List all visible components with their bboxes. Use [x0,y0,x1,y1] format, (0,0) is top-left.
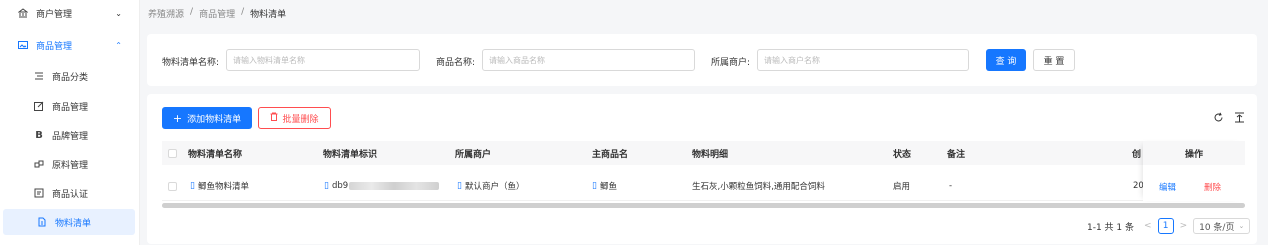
edit-icon [34,101,44,111]
bom-id-text: db9 [331,181,349,191]
breadcrumb-item[interactable]: 商品管理 [199,7,235,20]
document-icon: ▯ [324,181,329,191]
table-header: 物料清单名称 物料清单标识 所属商户 主商品名 物料明细 状态 备注 创 [162,141,1245,165]
query-button[interactable]: 查 询 [986,49,1026,71]
trash-icon [270,112,278,124]
sidebar-item-label: 原料管理 [52,160,89,171]
fixed-actions-column: 操作 编辑 删除 [1143,141,1245,201]
merchant-text: 默认商户（鱼） [464,182,525,192]
bom-name-label: 物料清单名称: [162,58,220,68]
column-header-merchant: 所属商户 [455,149,492,160]
document-icon [37,217,47,227]
main-product-text: 鲫鱼 [599,182,617,192]
page-size-select[interactable]: 10 条/页 ⌄ [1193,218,1251,234]
merchant-input[interactable]: 请输入商户名称 [757,49,969,71]
edit-link[interactable]: 编辑 [1159,181,1176,193]
bank-icon [18,8,28,18]
chevron-up-icon: ⌃ [115,40,122,50]
material-icon [34,159,44,169]
sidebar-item-label: 商品认证 [52,189,89,200]
row-checkbox[interactable] [168,171,177,201]
plus-icon: + [172,111,183,125]
sidebar-item-label: 商品管理 [52,102,89,113]
sidebar-item-label: 品牌管理 [52,131,89,142]
sidebar-item-product[interactable]: 商品管理 ⌃ [0,32,136,58]
breadcrumb-separator: / [190,7,194,17]
page-size-value: 10 条/页 [1199,222,1235,233]
sidebar-item-merchant[interactable]: 商户管理 ⌄ [0,0,136,26]
product-name-label: 商品名称: [436,58,476,68]
bom-name-text: 鲫鱼物料清单 [197,182,249,192]
document-icon: ▯ [592,181,597,191]
reset-button[interactable]: 重 置 [1033,49,1075,71]
pagination: 1-1 共 1 条 < 1 > 10 条/页 ⌄ [1087,218,1251,234]
sidebar-item-bom[interactable]: 物料清单 [3,209,135,235]
cell-bom-name: ▯ 鲫鱼物料清单 [190,171,249,201]
column-header-bom-id: 物料清单标识 [323,149,378,160]
pagination-summary: 1-1 共 1 条 [1087,222,1135,233]
breadcrumb: 养殖溯源 / 商品管理 / 物料清单 [148,7,286,20]
sidebar-item-label: 商品分类 [52,72,89,83]
cell-bom-id: ▯ db9 [324,171,440,201]
sidebar-item-certification[interactable]: 商品认证 [0,180,136,206]
column-header-remark: 备注 [947,149,966,160]
sidebar-item-label: 物料清单 [55,218,92,229]
sidebar-item-brand[interactable]: B 品牌管理 [0,122,136,148]
add-bom-label: 添加物料清单 [187,114,242,125]
document-icon: ▯ [190,181,195,191]
sidebar-item-label: 商户管理 [36,9,73,20]
sidebar: 商户管理 ⌄ 商品管理 ⌃ 商品分类 商品管理 B 品牌管理 原料管理 商品认证 [0,0,140,245]
breadcrumb-current: 物料清单 [250,10,287,20]
cell-main-product: ▯ 鲫鱼 [592,171,617,201]
document-icon: ▯ [457,181,462,191]
certificate-icon [34,188,44,198]
list-icon [34,71,44,81]
breadcrumb-item[interactable]: 养殖溯源 [148,7,184,20]
product-name-input[interactable]: 请输入商品名称 [482,49,695,71]
table-row: ▯ 鲫鱼物料清单 ▯ db9 ▯ 默认商户（鱼） ▯ 鲫鱼 生石灰,小颗粒鱼饲料… [162,171,1245,201]
search-form: 物料清单名称: 请输入物料清单名称 商品名称: 请输入商品名称 所属商户: 请输… [147,34,1257,86]
brand-icon: B [35,129,43,141]
column-header-main-product: 主商品名 [592,149,629,160]
table-card: + 添加物料清单 批量删除 物料清单名称 物料清单标识 所属商户 主商品名 物料… [147,94,1257,244]
horizontal-scrollbar[interactable] [162,203,1245,208]
column-header-actions: 操作 [1143,141,1245,165]
image-icon [18,40,28,50]
batch-delete-button[interactable]: 批量删除 [258,107,331,129]
batch-delete-label: 批量删除 [282,114,319,125]
select-all-checkbox[interactable] [168,141,177,165]
redacted-text [349,182,440,190]
sidebar-item-product-manage[interactable]: 商品管理 [0,93,136,119]
refresh-icon[interactable] [1213,112,1224,126]
prev-page-button[interactable]: < [1144,221,1152,231]
column-height-icon[interactable] [1234,112,1245,126]
sidebar-item-category[interactable]: 商品分类 [0,63,136,89]
sidebar-item-material[interactable]: 原料管理 [0,151,136,177]
column-header-status: 状态 [893,149,912,160]
scrollbar-thumb[interactable] [162,203,1245,208]
cell-status: 启用 [893,182,911,192]
delete-link[interactable]: 删除 [1204,181,1221,193]
chevron-down-icon: ⌄ [115,8,122,18]
column-header-created: 创 [1132,149,1142,160]
next-page-button[interactable]: > [1180,221,1188,231]
cell-detail: 生石灰,小颗粒鱼饲料,通用配合饲料 [692,182,825,192]
breadcrumb-separator: / [241,7,245,17]
merchant-label: 所属商户: [711,58,751,68]
cell-remark: - [949,181,953,191]
sidebar-item-label: 商品管理 [36,41,73,52]
page-1-button[interactable]: 1 [1157,218,1174,234]
add-bom-button[interactable]: + 添加物料清单 [162,107,252,129]
cell-merchant: ▯ 默认商户（鱼） [457,171,524,201]
column-header-detail: 物料明细 [692,149,729,160]
column-header-bom-name: 物料清单名称 [188,149,243,160]
chevron-down-icon: ⌄ [1238,222,1245,230]
bom-name-input[interactable]: 请输入物料清单名称 [226,49,420,71]
